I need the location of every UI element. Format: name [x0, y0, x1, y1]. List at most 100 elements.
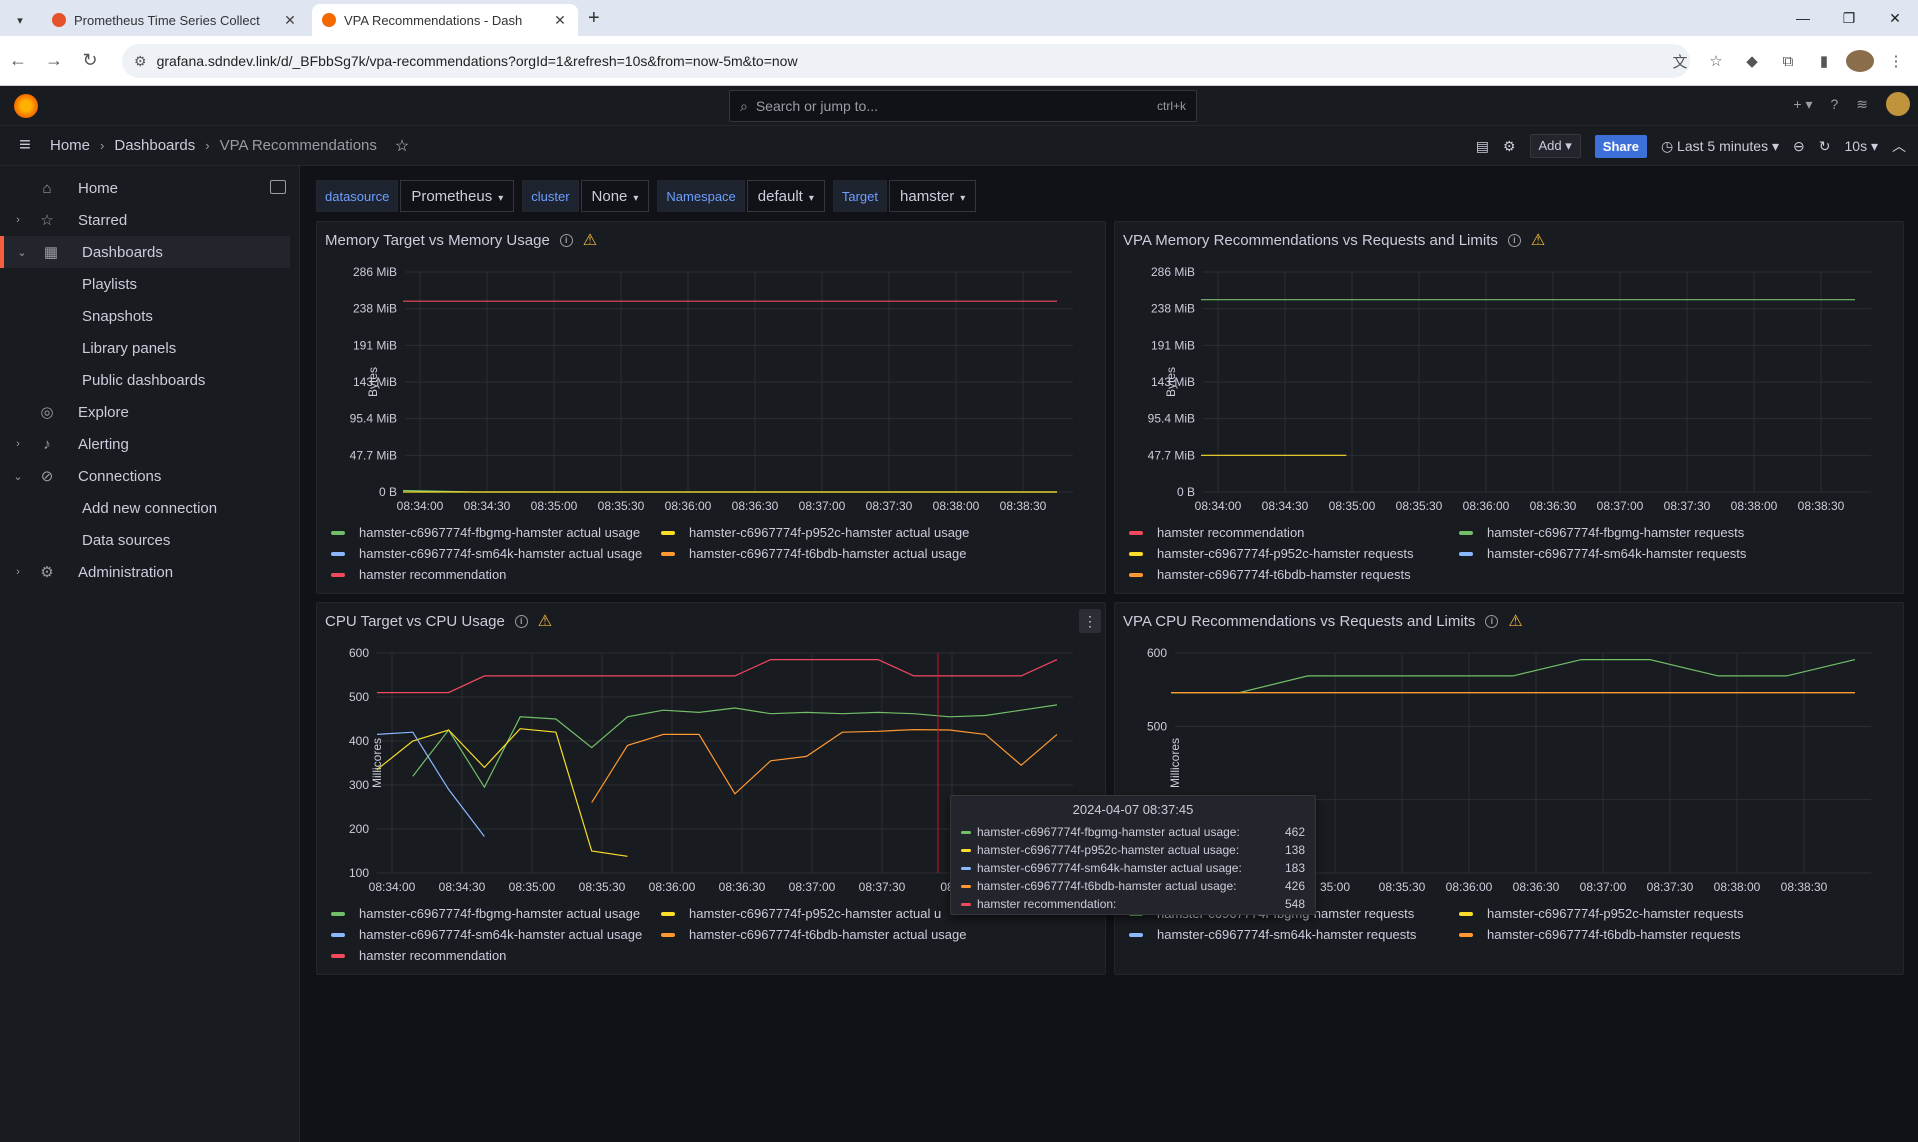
panel-memory-target[interactable]: Memory Target vs Memory Usage i ⚠ 286 MiB 2…: [316, 221, 1106, 594]
legend-item[interactable]: hamster-c6967774f-sm64k-hamster requests: [1129, 926, 1459, 943]
legend-item[interactable]: hamster-c6967774f-p952c-hamster requests: [1459, 905, 1789, 922]
favorite-star-icon[interactable]: ☆: [395, 136, 409, 156]
breadcrumb-home[interactable]: Home: [50, 137, 90, 154]
sidebar-item-connections[interactable]: ⌄ ⊘ Connections: [0, 460, 290, 492]
zoom-out-icon[interactable]: ⊖: [1793, 138, 1805, 155]
sidebar: ⌂ Home › ☆ Starred ⌄ ▦ Dashboards Playlists S…: [0, 166, 300, 1142]
x-tick-label: 08:36:00: [665, 499, 712, 513]
legend-item[interactable]: hamster-c6967774f-p952c-hamster actual u: [661, 905, 991, 922]
rss-icon[interactable]: ≋: [1856, 96, 1868, 113]
chevron-right-icon[interactable]: ›: [0, 566, 36, 578]
x-tick-label: 08:36:30: [719, 880, 766, 894]
chevron-right-icon[interactable]: ›: [0, 438, 36, 450]
legend-item[interactable]: hamster-c6967774f-fbgmg-hamster actual u…: [331, 524, 661, 541]
refresh-interval-picker[interactable]: 10s ▾: [1845, 138, 1879, 155]
legend-item[interactable]: hamster-c6967774f-t6bdb-hamster requests: [1459, 926, 1789, 943]
refresh-icon[interactable]: ↻: [1819, 138, 1831, 155]
browser-tab-prometheus[interactable]: Prometheus Time Series Collect ✕: [42, 4, 308, 36]
extension-shield-icon[interactable]: ◆: [1738, 52, 1766, 70]
sidebar-item-administration[interactable]: › ⚙ Administration: [0, 556, 290, 588]
sidebar-item-playlists[interactable]: Playlists: [0, 268, 290, 300]
panel-vpa-memory[interactable]: VPA Memory Recommendations vs Requests a…: [1114, 221, 1904, 594]
side-panel-icon[interactable]: ▮: [1810, 52, 1838, 70]
settings-gear-icon[interactable]: ⚙: [1503, 138, 1516, 155]
x-tick-label: 08:34:00: [397, 499, 444, 513]
y-tick-label: 286 MiB: [1151, 265, 1195, 279]
legend-label: hamster-c6967774f-sm64k-hamster requests: [1157, 927, 1417, 942]
add-button[interactable]: Add ▾: [1529, 134, 1581, 158]
time-range-picker[interactable]: ◷ Last 5 minutes ▾: [1661, 138, 1779, 155]
variable-select-namespace[interactable]: default ▾: [746, 180, 825, 212]
series-line: [376, 731, 485, 837]
sidebar-item-snapshots[interactable]: Snapshots: [0, 300, 290, 332]
legend-item[interactable]: hamster-c6967774f-t6bdb-hamster actual u…: [661, 545, 991, 562]
sidebar-item-explore[interactable]: ◎ Explore: [0, 396, 290, 428]
close-tab-icon[interactable]: ✕: [552, 12, 568, 29]
user-avatar[interactable]: [1886, 92, 1910, 116]
legend-item[interactable]: hamster-c6967774f-sm64k-hamster actual u…: [331, 545, 661, 562]
x-tick-label: 08:38:00: [933, 499, 980, 513]
search-placeholder: Search or jump to...: [755, 98, 879, 114]
legend-item[interactable]: hamster recommendation: [331, 566, 661, 583]
sidebar-item-starred[interactable]: › ☆ Starred: [0, 204, 290, 236]
panel-cpu-target[interactable]: CPU Target vs CPU Usage i ⚠ ⋮ 600 500 400 300…: [316, 602, 1106, 975]
search-input[interactable]: ⌕ Search or jump to... ctrl+k: [729, 90, 1197, 122]
menu-toggle-icon[interactable]: ≡: [0, 134, 50, 157]
legend-item[interactable]: hamster recommendation: [331, 947, 661, 964]
legend-item[interactable]: hamster-c6967774f-t6bdb-hamster actual u…: [661, 926, 991, 943]
profile-avatar[interactable]: [1846, 50, 1874, 72]
breadcrumb-dashboards[interactable]: Dashboards: [114, 137, 195, 154]
legend-item[interactable]: hamster-c6967774f-fbgmg-hamster actual u…: [331, 905, 661, 922]
y-tick-label: 400: [349, 734, 369, 748]
help-icon[interactable]: ?: [1830, 96, 1838, 112]
variable-select-target[interactable]: hamster ▾: [889, 180, 977, 212]
legend-label: hamster-c6967774f-t6bdb-hamster actual u…: [689, 546, 967, 561]
back-icon[interactable]: ←: [0, 50, 36, 71]
close-window-icon[interactable]: ✕: [1872, 0, 1918, 36]
minimize-icon[interactable]: —: [1780, 0, 1826, 36]
bookmark-star-icon[interactable]: ☆: [1702, 52, 1730, 70]
legend-item[interactable]: hamster-c6967774f-fbgmg-hamster requests: [1459, 524, 1789, 541]
chevron-down-icon[interactable]: ⌄: [0, 470, 36, 483]
sidebar-item-library-panels[interactable]: Library panels: [0, 332, 290, 364]
chevron-down-icon[interactable]: ⌄: [4, 246, 40, 259]
reload-icon[interactable]: ↻: [72, 50, 108, 71]
legend-item[interactable]: hamster-c6967774f-sm64k-hamster actual u…: [331, 926, 661, 943]
new-tab-icon[interactable]: +: [578, 7, 610, 36]
sidebar-item-home[interactable]: ⌂ Home: [0, 172, 290, 204]
site-info-icon[interactable]: ⚙: [134, 53, 147, 70]
x-tick-label: 08:37:30: [1664, 499, 1711, 513]
legend-swatch: [331, 551, 345, 556]
browser-menu-icon[interactable]: ⋮: [1882, 52, 1910, 70]
url-field[interactable]: ⚙ grafana.sdndev.link/d/_BFbbSg7k/vpa-re…: [122, 44, 1690, 78]
collapse-chevron-up-icon[interactable]: ︿: [1892, 136, 1906, 156]
variable-select-datasource[interactable]: Prometheus ▾: [400, 180, 515, 212]
browser-tab-grafana[interactable]: VPA Recommendations - Dash ✕: [312, 4, 578, 36]
legend-item[interactable]: hamster-c6967774f-p952c-hamster requests: [1129, 545, 1459, 562]
legend-item[interactable]: hamster-c6967774f-sm64k-hamster requests: [1459, 545, 1789, 562]
panel-vpa-cpu[interactable]: VPA CPU Recommendations vs Requests and …: [1114, 602, 1904, 975]
y-tick-label: 238 MiB: [1151, 302, 1195, 316]
translate-icon[interactable]: 文: [1666, 51, 1694, 72]
sidebar-item-public-dashboards[interactable]: Public dashboards: [0, 364, 290, 396]
legend-item[interactable]: hamster-c6967774f-p952c-hamster actual u…: [661, 524, 991, 541]
sidebar-item-data-sources[interactable]: Data sources: [0, 524, 290, 556]
plus-icon[interactable]: + ▾: [1793, 96, 1812, 113]
restore-icon[interactable]: ❐: [1826, 0, 1872, 36]
variable-select-cluster[interactable]: None ▾: [580, 180, 650, 212]
save-icon[interactable]: ▤: [1476, 138, 1489, 155]
share-button[interactable]: Share: [1594, 134, 1647, 158]
legend-item[interactable]: hamster recommendation: [1129, 524, 1459, 541]
x-tick-label: 08:38:00: [1731, 499, 1778, 513]
legend-item[interactable]: hamster-c6967774f-t6bdb-hamster requests: [1129, 566, 1459, 583]
chevron-right-icon[interactable]: ›: [0, 214, 36, 226]
extensions-puzzle-icon[interactable]: ⧉: [1774, 53, 1802, 70]
sidebar-item-dashboards[interactable]: ⌄ ▦ Dashboards: [0, 236, 290, 268]
x-tick-label: 08:38:00: [1714, 880, 1761, 894]
tab-search-chevron-icon[interactable]: ▾: [8, 8, 32, 32]
close-tab-icon[interactable]: ✕: [282, 12, 298, 29]
sidebar-item-alerting[interactable]: › ♪ Alerting: [0, 428, 290, 460]
forward-icon[interactable]: →: [36, 50, 72, 71]
grafana-logo-icon[interactable]: [14, 94, 38, 118]
sidebar-item-add-new-connection[interactable]: Add new connection: [0, 492, 290, 524]
